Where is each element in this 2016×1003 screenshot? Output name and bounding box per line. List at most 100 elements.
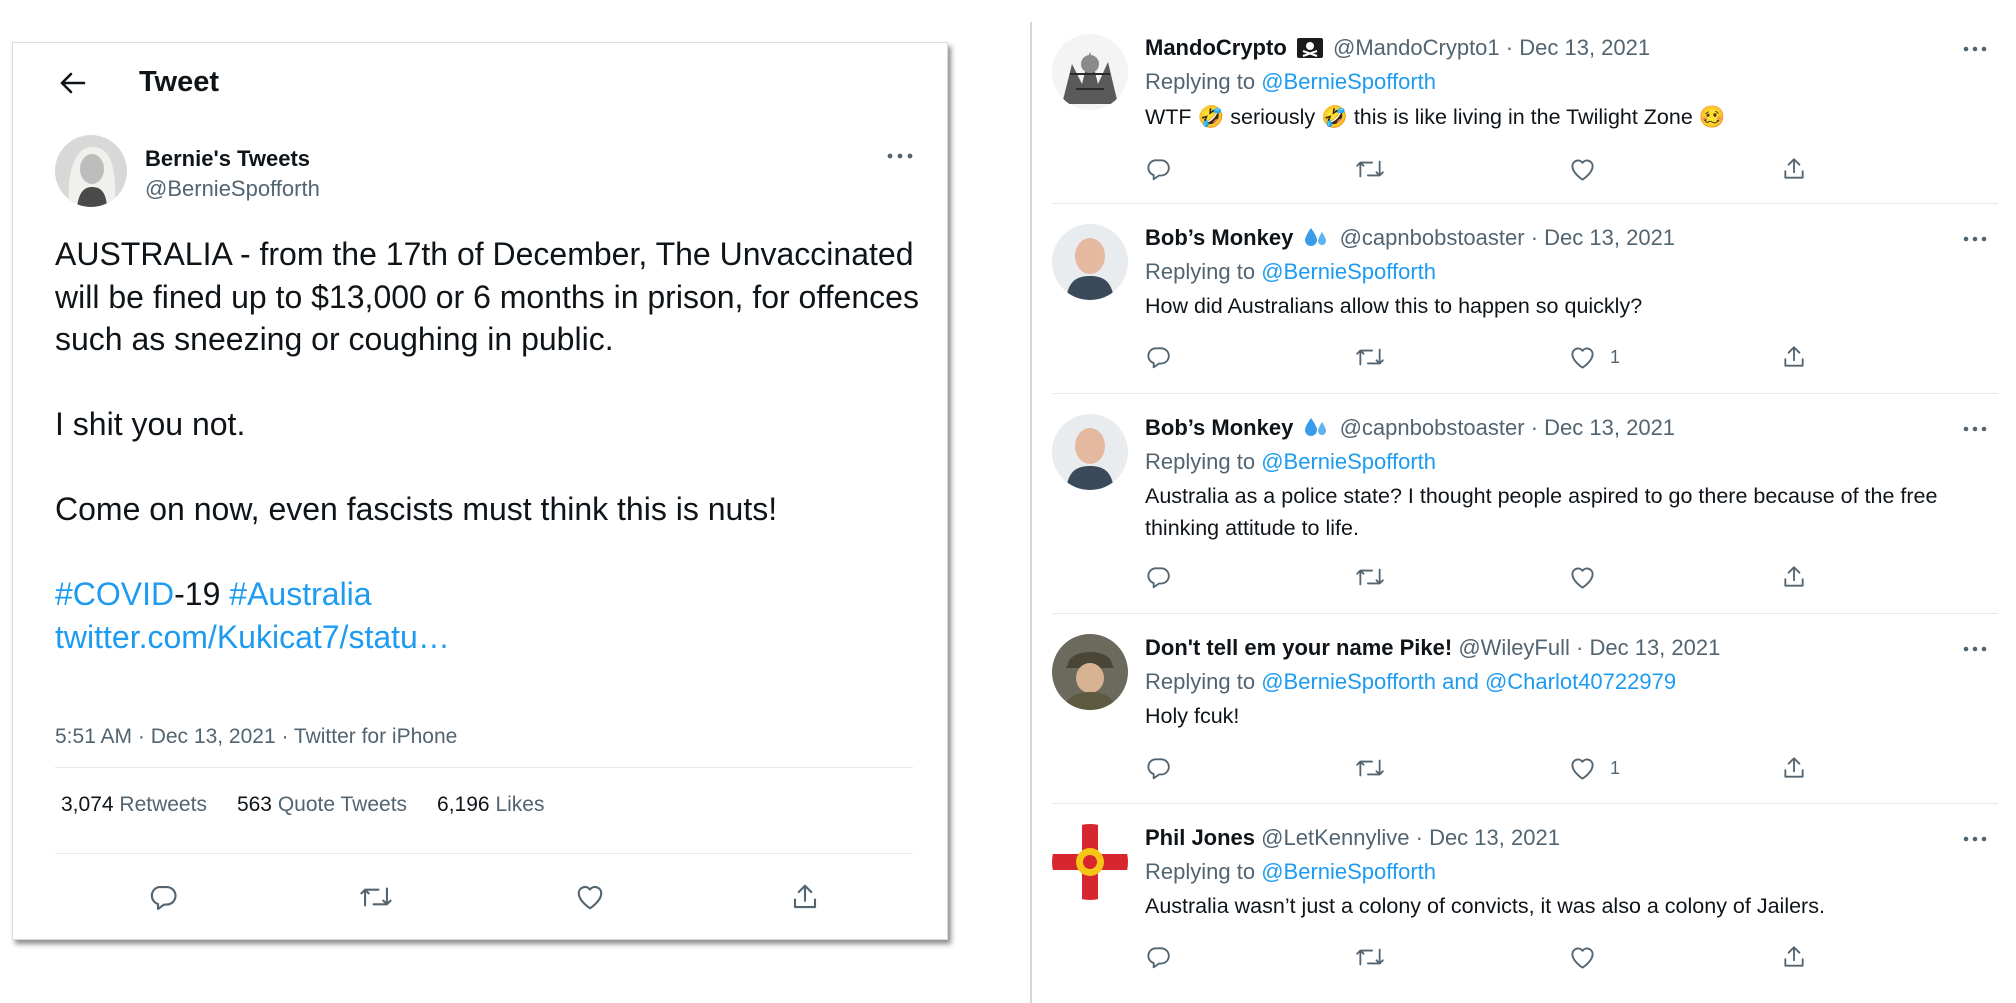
quote-tweets-label: Quote Tweets [277,793,408,816]
reply-actions [1145,153,1845,185]
reply-item[interactable]: Bob’s Monkey @capnbobstoaster · Dec 13, … [1052,204,1998,394]
tweet-actions [13,877,947,917]
page-title: Tweet [139,66,220,98]
reply-author-name[interactable]: Phil Jones [1145,825,1255,850]
reply-date[interactable]: Dec 13, 2021 [1544,225,1675,250]
sweat-droplets-icon [1303,226,1329,255]
reply-text: How did Australians allow this to happen… [1145,294,1643,318]
retweet-icon[interactable] [1355,752,1385,784]
reply-item[interactable]: Bob’s Monkey @capnbobstoaster · Dec 13, … [1052,394,1998,614]
hashtag-australia-link[interactable]: #Australia [229,576,371,612]
retweet-icon[interactable] [1355,341,1385,373]
reply-author-handle[interactable]: @MandoCrypto1 [1333,35,1500,60]
reply-avatar[interactable] [1052,224,1128,300]
replying-to: Replying to @BernieSpofforth [1145,858,1436,886]
reply-icon[interactable] [1145,752,1171,784]
main-tweet-panel: Tweet Bernie's Tweets @BernieSpofforth A… [12,42,948,940]
quote-tweets-stat[interactable]: 563 Quote Tweets [237,791,407,819]
likes-stat[interactable]: 6,196 Likes [437,791,544,819]
replying-to-prefix: Replying to [1145,859,1256,884]
reply-author-name[interactable]: Don't tell em your name Pike! [1145,635,1452,660]
author-name[interactable]: Bernie's Tweets [145,145,310,173]
reply-date[interactable]: Dec 13, 2021 [1589,635,1720,660]
like-button[interactable] [1569,153,1610,185]
share-icon[interactable] [1781,752,1807,784]
like-button[interactable] [1569,561,1610,593]
reply-author-name[interactable]: MandoCrypto [1145,35,1287,60]
more-options-icon[interactable] [1958,634,1992,664]
replying-to: Replying to @BernieSpofforth [1145,258,1436,286]
author-avatar[interactable] [55,135,127,207]
share-icon[interactable] [785,877,825,917]
likes-count: 6,196 [437,793,490,816]
more-options-icon[interactable] [1958,824,1992,854]
share-icon[interactable] [1781,341,1807,373]
replying-to-link[interactable]: @BernieSpofforth [1261,259,1436,284]
more-options-icon[interactable] [883,139,917,173]
like-button[interactable]: 1 [1569,341,1620,373]
reply-avatar[interactable] [1052,34,1128,110]
replying-to-prefix: Replying to [1145,669,1256,694]
reply-avatar[interactable] [1052,824,1128,900]
reply-icon[interactable] [143,877,183,917]
more-options-icon[interactable] [1958,224,1992,254]
like-button[interactable] [1569,941,1610,973]
share-icon[interactable] [1781,941,1807,973]
more-options-icon[interactable] [1958,414,1992,444]
reply-actions [1145,561,1845,593]
retweets-stat[interactable]: 3,074 Retweets [61,791,207,819]
hashtag-suffix: -19 [174,576,221,612]
reply-date[interactable]: Dec 13, 2021 [1519,35,1650,60]
reply-item[interactable]: MandoCrypto @MandoCrypto1 · Dec 13, 2021… [1052,22,1998,204]
reply-icon[interactable] [1145,153,1171,185]
tweet-hashtags: #COVID-19 #Australia twitter.com/Kukicat… [55,573,925,658]
reply-header: Phil Jones @LetKennylive · Dec 13, 2021 [1145,824,1560,852]
like-icon[interactable] [570,877,610,917]
tweet-timestamp[interactable]: 5:51 AM · Dec 13, 2021 · Twitter for iPh… [55,723,457,751]
replying-to-prefix: Replying to [1145,259,1256,284]
more-options-icon[interactable] [1958,34,1992,64]
reply-item[interactable]: Don't tell em your name Pike! @WileyFull… [1052,614,1998,804]
share-icon[interactable] [1781,561,1807,593]
share-icon[interactable] [1781,153,1807,185]
replying-to-link[interactable]: @BernieSpofforth [1261,859,1436,884]
reply-actions: 1 [1145,752,1845,784]
reply-author-handle[interactable]: @LetKennylive [1261,825,1409,850]
hashtag-covid-link[interactable]: #COVID [55,576,174,612]
retweet-icon[interactable] [1355,941,1385,973]
reply-date[interactable]: Dec 13, 2021 [1544,415,1675,440]
like-icon [1571,947,1594,969]
replying-to-link[interactable]: @BernieSpofforth [1261,449,1436,474]
reply-author-name[interactable]: Bob’s Monkey [1145,415,1293,440]
like-icon [1571,567,1594,589]
reply-author-handle[interactable]: @capnbobstoaster [1340,225,1525,250]
author-handle[interactable]: @BernieSpofforth [145,175,320,203]
retweet-icon[interactable] [1355,561,1385,593]
retweets-label: Retweets [119,793,207,816]
reply-icon[interactable] [1145,941,1171,973]
reply-author-name[interactable]: Bob’s Monkey [1145,225,1293,250]
replying-to-link[interactable]: @BernieSpofforth and @Charlot40722979 [1261,669,1676,694]
reply-author-handle[interactable]: @WileyFull [1458,635,1570,660]
reply-text: Australia wasn’t just a colony of convic… [1145,894,1825,918]
tweet-author: Bernie's Tweets @BernieSpofforth [55,135,913,215]
reply-text: Holy fcuk! [1145,704,1240,728]
separator-dot: · [1530,225,1539,250]
retweet-icon[interactable] [1355,153,1385,185]
reply-date[interactable]: Dec 13, 2021 [1429,825,1560,850]
reply-icon[interactable] [1145,561,1171,593]
reply-item[interactable]: Phil Jones @LetKennylive · Dec 13, 2021 … [1052,804,1998,1003]
tweet-text: AUSTRALIA - from the 17th of December, T… [55,233,925,658]
tweet-paragraph: AUSTRALIA - from the 17th of December, T… [55,236,919,357]
tweet-url-link[interactable]: twitter.com/Kukicat7/statu… [55,619,450,655]
retweet-icon[interactable] [356,877,396,917]
reply-icon[interactable] [1145,341,1171,373]
reply-avatar[interactable] [1052,634,1128,710]
reply-author-handle[interactable]: @capnbobstoaster [1340,415,1525,440]
reply-avatar[interactable] [1052,414,1128,490]
like-button[interactable]: 1 [1569,752,1620,784]
replying-to-link[interactable]: @BernieSpofforth [1261,69,1436,94]
back-arrow-icon[interactable] [53,63,93,103]
skull-crossbones-flag-icon [1296,37,1323,65]
like-icon [1571,159,1594,181]
